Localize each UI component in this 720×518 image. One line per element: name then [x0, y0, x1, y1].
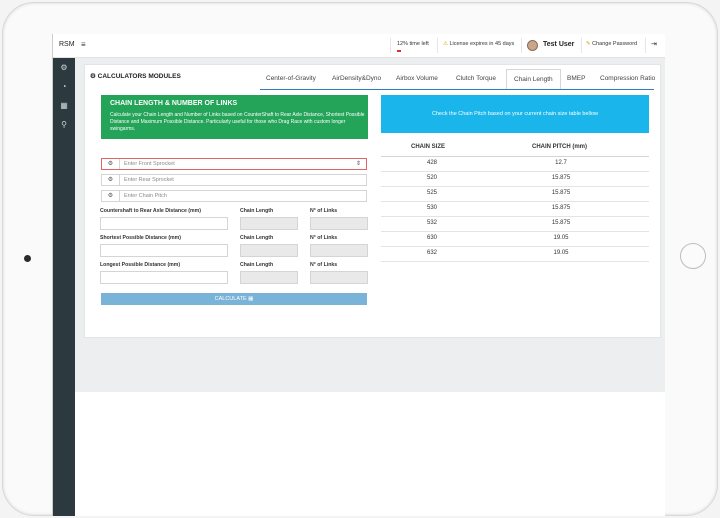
- brand-logo[interactable]: RSM: [59, 41, 75, 48]
- warning-icon: ⚠: [443, 41, 448, 47]
- shortest-distance-label: Shortest Possible Distance (mm): [100, 235, 182, 241]
- main-content: ⚙ CALCULATORS MODULES Center-of-Gravity …: [75, 58, 665, 392]
- front-sprocket-placeholder: Enter Front Sprocket: [124, 161, 175, 167]
- time-left-progress: [397, 50, 401, 52]
- column-header: CHAIN PITCH (mm): [532, 144, 587, 150]
- tab-chain-length[interactable]: Chain Length: [506, 69, 561, 90]
- chain-length-label: Chain Length: [240, 235, 274, 241]
- change-password-label: Change Password: [592, 41, 638, 47]
- tab-clutch-torque[interactable]: Clutch Torque: [456, 75, 496, 82]
- chain-pitch-cell: 15.875: [551, 190, 571, 196]
- gears-icon[interactable]: ⚙: [59, 63, 69, 73]
- logout-icon[interactable]: ⇥: [651, 40, 657, 48]
- chain-size-cell: 630: [426, 235, 437, 241]
- sidebar: ⚙ ◔ ▦ ⚲: [53, 58, 75, 516]
- calculate-button[interactable]: CALCULATE ▦: [101, 293, 367, 305]
- chain-size-cell: 428: [426, 160, 437, 166]
- license-text: License expires in 45 days: [449, 41, 515, 47]
- table-row: 530 15.875: [381, 202, 649, 217]
- menu-toggle-icon[interactable]: ≡: [81, 40, 86, 49]
- chain-heading: CHAIN LENGTH & NUMBER OF LINKS: [110, 100, 238, 107]
- tab-underline: [260, 89, 654, 90]
- gauge-icon[interactable]: ◔: [59, 82, 69, 92]
- camera: [24, 255, 31, 262]
- pitch-notice: Check the Chain Pitch based on your curr…: [381, 95, 649, 133]
- longest-distance-field[interactable]: [100, 271, 228, 284]
- links-label: N° of Links: [310, 208, 338, 214]
- chain-length-output: [240, 217, 298, 230]
- top-bar: RSM ≡ 12% time left ⚠ License expires in…: [53, 34, 665, 58]
- calculator-icon[interactable]: ▦: [59, 101, 69, 111]
- table-row: 525 15.875: [381, 187, 649, 202]
- chain-size-cell: 632: [426, 250, 437, 256]
- page-title-text: CALCULATORS MODULES: [97, 73, 181, 80]
- links-output: [310, 271, 368, 284]
- longest-distance-label: Longest Possible Distance (mm): [100, 262, 181, 268]
- tab-compression-ratio[interactable]: Compression Ratio: [600, 75, 655, 82]
- page-title: ⚙ CALCULATORS MODULES: [90, 72, 181, 80]
- divider: [390, 38, 391, 53]
- table-row: 630 19.05: [381, 232, 649, 247]
- front-sprocket-select[interactable]: ⚙ Enter Front Sprocket ⇕: [101, 158, 367, 170]
- chain-pitch-cell: 12.7: [555, 160, 567, 166]
- tablet-frame: RSM ≡ 12% time left ⚠ License expires in…: [0, 0, 720, 518]
- tab-bmep[interactable]: BMEP: [567, 75, 585, 82]
- gears-icon: ⚙: [102, 159, 120, 169]
- key-icon: ✎: [586, 41, 591, 47]
- calculators-card: ⚙ CALCULATORS MODULES Center-of-Gravity …: [84, 64, 661, 338]
- avatar[interactable]: [527, 40, 538, 51]
- chain-length-output: [240, 244, 298, 257]
- table-row: 520 15.875: [381, 172, 649, 187]
- table-row: 632 19.05: [381, 247, 649, 262]
- chain-pitch-cell: 19.05: [553, 235, 569, 241]
- shortest-distance-field[interactable]: [100, 244, 228, 257]
- chain-length-label: Chain Length: [240, 208, 274, 214]
- divider: [521, 38, 522, 53]
- home-button[interactable]: [680, 243, 706, 269]
- tab-air-density-dyno[interactable]: AirDensity&Dyno: [332, 75, 381, 82]
- app-screen: RSM ≡ 12% time left ⚠ License expires in…: [52, 34, 665, 516]
- user-name[interactable]: Test User: [543, 41, 574, 48]
- rear-sprocket-placeholder: Enter Rear Sprocket: [124, 177, 174, 183]
- chain-pitch-placeholder: Enter Chain Pitch: [124, 193, 167, 199]
- table-row: 428 12.7: [381, 157, 649, 172]
- time-left: 12% time left: [397, 41, 429, 47]
- chain-size-cell: 520: [426, 175, 437, 181]
- chain-info-panel: CHAIN LENGTH & NUMBER OF LINKS Calculate…: [101, 95, 368, 139]
- gears-icon: ⚙: [102, 191, 120, 201]
- divider: [581, 38, 582, 53]
- chain-pitch-cell: 19.05: [553, 250, 569, 256]
- sort-caret-icon: ⇕: [355, 161, 361, 167]
- column-header: CHAIN SIZE: [411, 144, 446, 150]
- countershaft-distance-field[interactable]: [100, 217, 228, 230]
- change-password-link[interactable]: ✎ Change Password: [586, 41, 637, 47]
- links-label: N° of Links: [310, 235, 338, 241]
- chain-pitch-cell: 15.875: [551, 175, 571, 181]
- chain-size-cell: 532: [426, 220, 437, 226]
- chain-pitch-input[interactable]: ⚙ Enter Chain Pitch: [101, 190, 367, 202]
- tab-airbox-volume[interactable]: Airbox Volume: [396, 75, 438, 82]
- chain-size-cell: 525: [426, 190, 437, 196]
- chain-pitch-cell: 15.875: [551, 205, 571, 211]
- chain-length-output: [240, 271, 298, 284]
- license-status: ⚠ License expires in 45 days: [443, 41, 514, 47]
- countershaft-distance-label: Countershaft to Rear Axle Distance (mm): [100, 208, 201, 214]
- motorcycle-icon[interactable]: ⚲: [59, 120, 69, 130]
- gears-icon: ⚙: [90, 73, 96, 80]
- rear-sprocket-input[interactable]: ⚙ Enter Rear Sprocket: [101, 174, 367, 186]
- links-output: [310, 244, 368, 257]
- divider: [437, 38, 438, 53]
- gears-icon: ⚙: [102, 175, 120, 185]
- table-row: 532 15.875: [381, 217, 649, 232]
- chain-pitch-cell: 15.875: [551, 220, 571, 226]
- links-output: [310, 217, 368, 230]
- chain-length-label: Chain Length: [240, 262, 274, 268]
- chain-size-cell: 530: [426, 205, 437, 211]
- divider: [645, 38, 646, 53]
- table-header: CHAIN SIZE CHAIN PITCH (mm): [381, 140, 649, 157]
- links-label: N° of Links: [310, 262, 338, 268]
- chain-description: Calculate your Chain Length and Number o…: [110, 112, 365, 132]
- tab-center-of-gravity[interactable]: Center-of-Gravity: [266, 75, 316, 82]
